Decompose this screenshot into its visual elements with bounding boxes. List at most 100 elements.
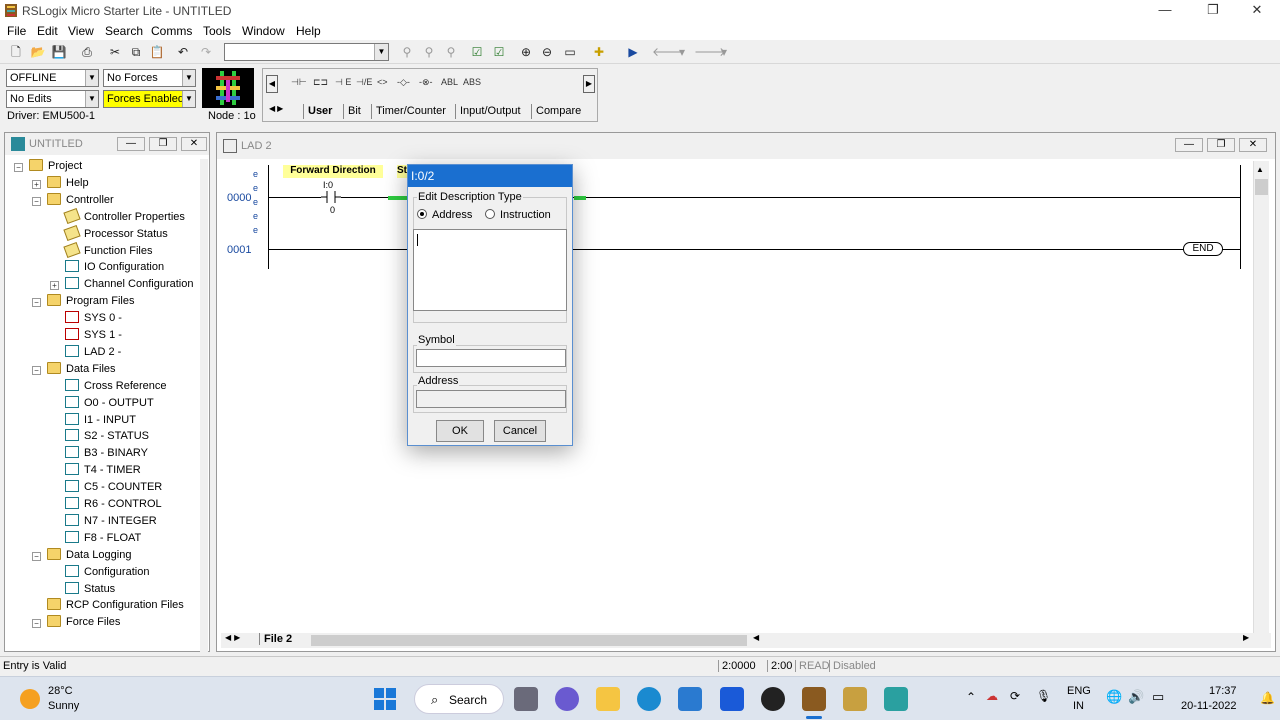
paste-icon[interactable]: 📋 xyxy=(148,43,166,61)
address-radio[interactable] xyxy=(417,209,427,219)
maximize-button[interactable]: ❐ xyxy=(149,137,177,151)
comms-icon[interactable]: ⚲ xyxy=(398,43,416,61)
rung-number-0001[interactable]: 0001 xyxy=(227,244,251,256)
instruction-radio[interactable] xyxy=(485,209,495,219)
menu-window[interactable]: Window xyxy=(242,24,285,38)
chevron-down-icon[interactable]: ▼ xyxy=(85,91,98,107)
zoom-in-icon[interactable]: ⊕ xyxy=(517,43,535,61)
description-textarea[interactable] xyxy=(413,229,567,311)
open-folder-icon[interactable]: 📂 xyxy=(29,43,47,61)
store-icon[interactable] xyxy=(678,687,702,711)
tree-item[interactable]: Data Logging xyxy=(47,547,131,565)
forward-arrow-icon[interactable]: 🡒 xyxy=(694,43,726,61)
edits-combo[interactable]: No Edits ▼ xyxy=(6,90,99,108)
cut-icon[interactable]: ✂ xyxy=(106,43,124,61)
address-field[interactable] xyxy=(416,390,566,408)
language-region[interactable]: IN xyxy=(1073,700,1084,712)
chevron-down-icon[interactable]: ▾ xyxy=(673,43,691,61)
file-tab-scroll[interactable]: ◀▶ xyxy=(225,633,243,642)
play-icon[interactable]: ▶ xyxy=(624,43,642,61)
rslogix-icon[interactable] xyxy=(802,687,826,711)
branch-tool[interactable]: ⊏⊐ xyxy=(313,77,328,88)
rung-number-0000[interactable]: 0000 xyxy=(227,192,251,204)
scroll-left-icon[interactable]: ◀ xyxy=(753,633,759,642)
emulator-icon[interactable] xyxy=(884,687,908,711)
weather-sun-icon[interactable] xyxy=(20,689,40,709)
tab-timer-counter[interactable]: Timer/Counter xyxy=(371,104,450,119)
ok-button[interactable]: OK xyxy=(436,420,484,442)
tree-item[interactable]: R6 - CONTROL xyxy=(65,497,162,514)
ladder-vertical-scrollbar[interactable]: ▲ xyxy=(1253,161,1269,633)
tree-item[interactable]: C5 - COUNTER xyxy=(65,480,162,497)
tree-item[interactable]: Processor Status xyxy=(63,224,168,244)
minimize-button[interactable]: — xyxy=(1142,0,1188,22)
weather-desc[interactable]: Sunny xyxy=(48,700,79,712)
add-icon[interactable]: ✚ xyxy=(590,43,608,61)
copy-icon[interactable]: ⧉ xyxy=(127,43,145,61)
edge-browser-icon[interactable] xyxy=(637,687,661,711)
taskbar-search[interactable]: ⌕ Search xyxy=(414,684,504,714)
tree-item[interactable]: F8 - FLOAT xyxy=(65,530,141,548)
otl-tool[interactable]: -◇- xyxy=(397,77,410,88)
tree-item[interactable]: Help xyxy=(47,175,89,193)
close-button[interactable]: ✕ xyxy=(1239,138,1267,152)
menu-tools[interactable]: Tools xyxy=(203,24,231,38)
instruction-description[interactable]: Forward Direction xyxy=(283,165,383,178)
chevron-down-icon[interactable]: ▼ xyxy=(374,44,388,60)
tree-item[interactable]: Channel Configuration xyxy=(65,277,193,294)
tree-expander[interactable]: − xyxy=(32,365,41,375)
volume-icon[interactable]: 🔊 xyxy=(1128,689,1144,705)
tree-expander[interactable]: + xyxy=(32,179,41,189)
tree-expander[interactable]: − xyxy=(14,163,23,172)
menu-search[interactable]: Search xyxy=(105,24,143,38)
tree-item[interactable]: Force Files xyxy=(47,615,120,632)
tree-item[interactable]: Program Files xyxy=(47,294,134,311)
save-icon[interactable]: 💾 xyxy=(50,43,68,61)
horizontal-scroll-thumb[interactable] xyxy=(311,635,747,646)
tab-user[interactable]: User xyxy=(303,104,336,119)
close-button[interactable]: ✕ xyxy=(1234,0,1280,22)
maximize-button[interactable]: ❐ xyxy=(1190,0,1236,22)
tree-item[interactable]: SYS 0 - xyxy=(65,311,122,328)
tree-item[interactable]: O0 - OUTPUT xyxy=(65,395,154,413)
tree-item[interactable]: Project xyxy=(29,159,82,176)
tree-expander[interactable]: + xyxy=(50,281,59,291)
notification-icon[interactable]: 🔔 xyxy=(1260,691,1275,705)
tray-sync-icon[interactable]: ⟳ xyxy=(1010,689,1020,703)
tab-bit[interactable]: Bit xyxy=(343,104,365,119)
undo-icon[interactable]: ↶ xyxy=(174,43,192,61)
address-radio-label[interactable]: Address xyxy=(432,209,472,221)
tray-chevron-up-icon[interactable]: ⌃ xyxy=(966,690,976,704)
window-icon[interactable]: ▭ xyxy=(561,43,579,61)
scroll-right-icon[interactable]: ▶ xyxy=(1243,633,1249,642)
tree-item[interactable]: Data Files xyxy=(47,361,116,379)
tree-item[interactable]: LAD 2 - xyxy=(65,344,121,362)
symbol-field[interactable] xyxy=(416,349,566,367)
tab-file-2[interactable]: File 2 xyxy=(259,633,296,645)
otu-tool[interactable]: -⊗- xyxy=(419,77,433,88)
clock-date[interactable]: 20-11-2022 xyxy=(1181,700,1236,712)
tree-item[interactable]: I1 - INPUT xyxy=(65,412,136,430)
network-icon[interactable]: 🌐 xyxy=(1106,689,1122,705)
tray-cloud-icon[interactable]: ☁ xyxy=(986,689,998,703)
tree-item[interactable]: Cross Reference xyxy=(65,378,167,396)
menu-help[interactable]: Help xyxy=(296,24,321,38)
windows-start-icon[interactable] xyxy=(373,687,397,711)
tree-expander[interactable]: − xyxy=(32,619,41,629)
dropbox-icon[interactable] xyxy=(720,687,744,711)
search-combo[interactable]: ▼ xyxy=(224,43,389,61)
chevron-down-icon[interactable]: ▼ xyxy=(85,70,98,86)
chevron-down-icon[interactable]: ▾ xyxy=(715,43,733,61)
xic-e-tool[interactable]: ⊣ E xyxy=(335,77,351,88)
palette-tab-scroll[interactable]: ◀▶ xyxy=(269,104,299,119)
tree-item[interactable]: Controller Properties xyxy=(63,207,185,227)
menu-view[interactable]: View xyxy=(68,24,94,38)
tree-item[interactable]: Status xyxy=(65,581,115,599)
scroll-up-icon[interactable]: ▲ xyxy=(1256,165,1264,174)
comms-icon-2[interactable]: ⚲ xyxy=(420,43,438,61)
file-explorer-icon[interactable] xyxy=(596,687,620,711)
forces-enabled-combo[interactable]: Forces Enabled ▼ xyxy=(103,90,196,108)
abs-tool[interactable]: ABS xyxy=(463,77,481,87)
tree-item[interactable]: Configuration xyxy=(65,564,149,582)
clock-time[interactable]: 17:37 xyxy=(1209,685,1237,697)
